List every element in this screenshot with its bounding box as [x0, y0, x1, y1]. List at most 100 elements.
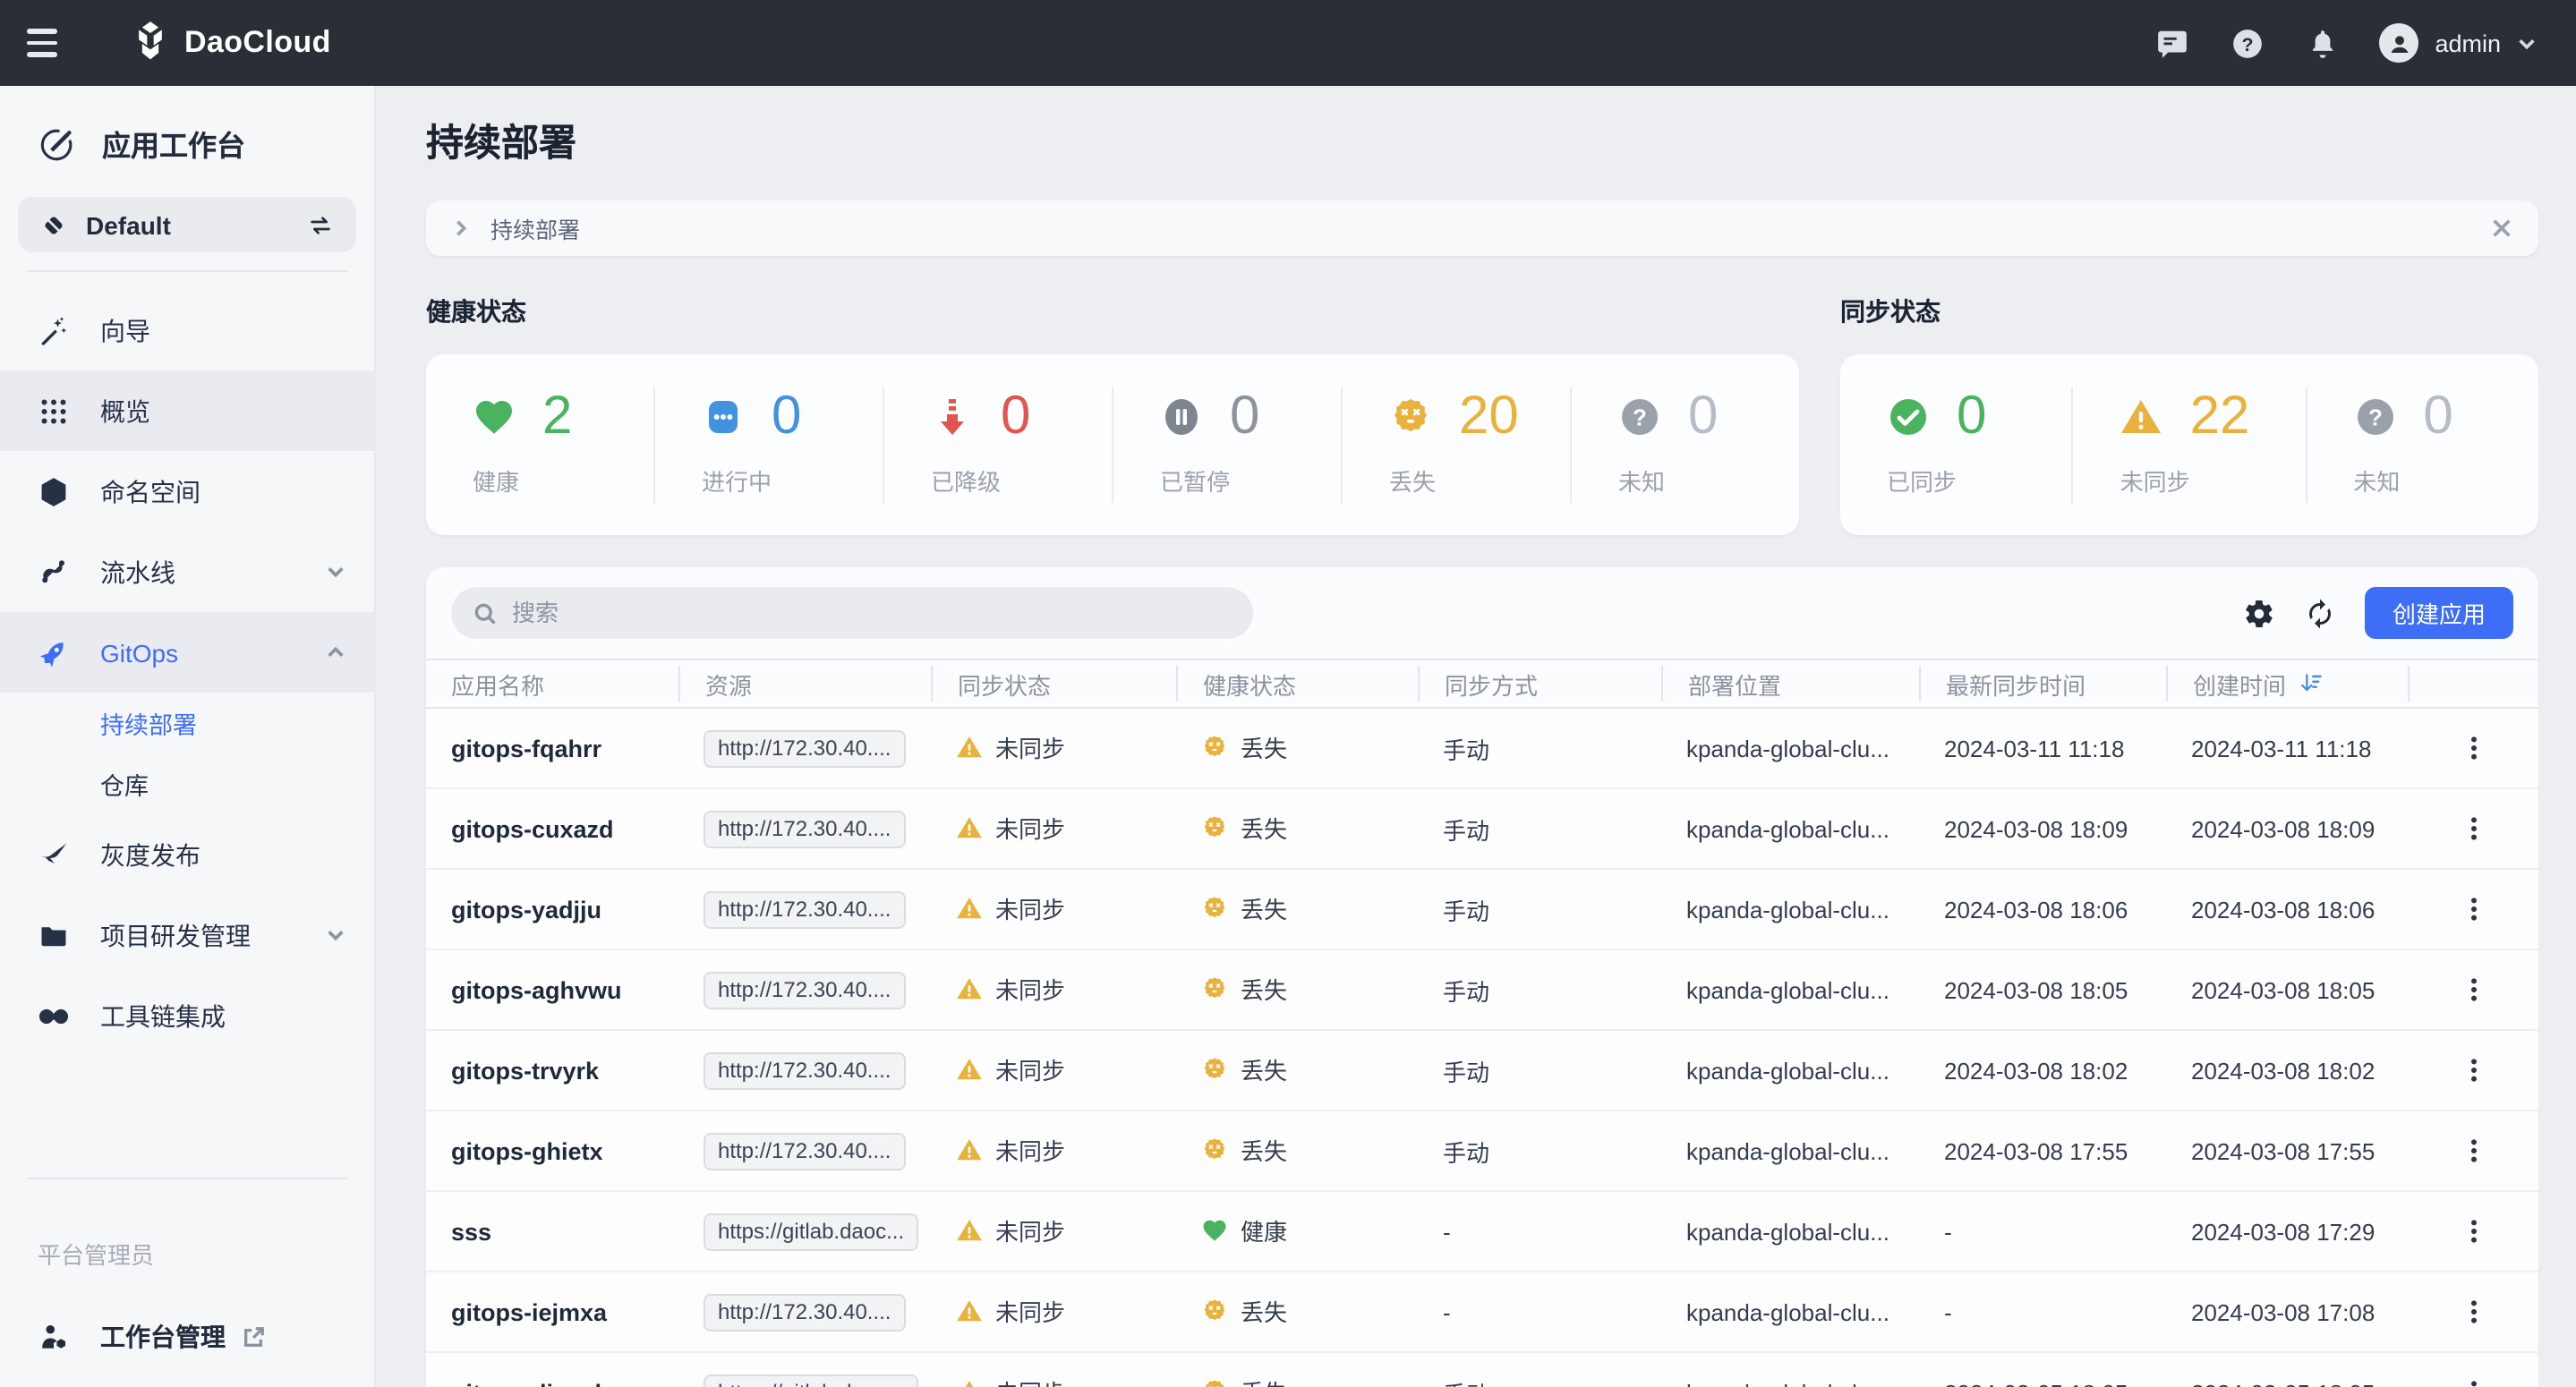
row-actions-kebab-icon[interactable]	[2457, 1376, 2489, 1387]
table-row[interactable]: gitops-yadjju http://172.30.40.... 未同步 丢…	[426, 870, 2538, 950]
heart-icon	[473, 396, 516, 438]
row-actions-kebab-icon[interactable]	[2457, 813, 2489, 845]
switch-workspace-icon[interactable]	[306, 210, 335, 239]
table-row[interactable]: gitops-cuxazd http://172.30.40.... 未同步 丢…	[426, 789, 2538, 870]
stat-label: 已同步	[1887, 464, 2072, 498]
app-name-link[interactable]: gitops-dixgvl	[451, 1379, 601, 1387]
sort-descending-icon[interactable]	[2299, 671, 2324, 696]
app-name-link[interactable]: gitops-cuxazd	[451, 815, 614, 842]
sidebar-subitem-repository[interactable]: 仓库	[0, 753, 374, 814]
table-row[interactable]: gitops-ghietx http://172.30.40.... 未同步 丢…	[426, 1111, 2538, 1192]
stat-label: 已暂停	[1160, 464, 1341, 498]
sidebar-item-pipeline[interactable]: 流水线	[0, 532, 374, 612]
row-actions-kebab-icon[interactable]	[2457, 732, 2489, 764]
last-sync-time: -	[1944, 1218, 1952, 1245]
lost-face-icon	[1389, 396, 1432, 438]
collapsible-info-bar: 持续部署	[426, 200, 2538, 256]
table-row[interactable]: sss https://gitlab.daoc... 未同步 健康 - kpan…	[426, 1192, 2538, 1272]
stat-degraded: 0 已降级	[884, 387, 1113, 503]
sidebar-item-label: 概览	[100, 393, 150, 429]
row-actions-kebab-icon[interactable]	[2457, 893, 2489, 925]
sync-warning-icon	[956, 1378, 983, 1387]
workspace-selector[interactable]: Default	[18, 197, 356, 252]
resource-chip[interactable]: https://gitlab.daoc...	[704, 1374, 918, 1387]
row-actions-kebab-icon[interactable]	[2457, 1135, 2489, 1167]
resource-chip[interactable]: https://gitlab.daoc...	[704, 1213, 918, 1250]
app-name-link[interactable]: gitops-iejmxa	[451, 1298, 607, 1325]
sidebar-item-wizard[interactable]: 向导	[0, 290, 374, 370]
sync-method: -	[1443, 1298, 1451, 1325]
stat-label: 健康	[473, 464, 653, 498]
workspace-name: Default	[86, 210, 171, 239]
column-header-created[interactable]: 创建时间	[2166, 666, 2408, 702]
sync-warning-icon	[956, 1056, 983, 1083]
column-header-resource[interactable]: 资源	[678, 666, 931, 702]
close-icon[interactable]	[2490, 217, 2513, 240]
column-header-sync-method[interactable]: 同步方式	[1418, 666, 1661, 702]
sidebar-item-overview[interactable]: 概览	[0, 370, 374, 451]
sidebar-item-project-management[interactable]: 项目研发管理	[0, 895, 374, 975]
deploy-location: kpanda-global-clu...	[1686, 896, 1889, 923]
sync-warning-icon	[956, 1136, 983, 1163]
table-toolbar: 创建应用	[426, 567, 2538, 659]
resource-chip[interactable]: http://172.30.40....	[704, 1132, 906, 1170]
search-box[interactable]	[451, 587, 1253, 639]
table-row[interactable]: gitops-aghvwu http://172.30.40.... 未同步 丢…	[426, 950, 2538, 1031]
search-input[interactable]	[512, 600, 1192, 626]
sidebar-header: 应用工作台	[0, 86, 374, 193]
resource-chip[interactable]: http://172.30.40....	[704, 971, 906, 1008]
health-status-icon	[1201, 1056, 1228, 1083]
app-window: DaoCloud ? admin	[0, 0, 2576, 1387]
last-sync-time: 2024-03-11 11:18	[1944, 735, 2124, 762]
app-name-link[interactable]: gitops-trvyrk	[451, 1057, 599, 1084]
row-actions-kebab-icon[interactable]	[2457, 1296, 2489, 1328]
notifications-bell-icon[interactable]	[2304, 25, 2340, 61]
resource-chip[interactable]: http://172.30.40....	[704, 729, 906, 767]
resource-chip[interactable]: http://172.30.40....	[704, 1293, 906, 1331]
table-row[interactable]: gitops-fqahrr http://172.30.40.... 未同步 丢…	[426, 709, 2538, 789]
deploy-location: kpanda-global-clu...	[1686, 815, 1889, 842]
resource-chip[interactable]: http://172.30.40....	[704, 810, 906, 847]
menu-toggle-icon[interactable]	[27, 20, 73, 66]
stat-value: 0	[1688, 390, 1718, 444]
sync-status-card: 0 已同步 22 未同步 ?	[1840, 354, 2538, 535]
sidebar-item-gray-release[interactable]: 灰度发布	[0, 814, 374, 895]
feedback-icon[interactable]	[2154, 25, 2189, 61]
column-header-location[interactable]: 部署位置	[1661, 666, 1919, 702]
last-sync-time: -	[1944, 1298, 1952, 1325]
sidebar-item-gitops[interactable]: GitOps	[0, 612, 374, 693]
row-actions-kebab-icon[interactable]	[2457, 1215, 2489, 1247]
resource-chip[interactable]: http://172.30.40....	[704, 890, 906, 928]
column-header-app-name[interactable]: 应用名称	[426, 666, 678, 702]
column-header-health-status[interactable]: 健康状态	[1176, 666, 1418, 702]
gear-icon[interactable]	[2243, 597, 2275, 629]
app-name-link[interactable]: gitops-fqahrr	[451, 735, 601, 762]
app-name-link[interactable]: sss	[451, 1218, 491, 1245]
table-row[interactable]: gitops-trvyrk http://172.30.40.... 未同步 丢…	[426, 1031, 2538, 1111]
stat-value: 0	[1230, 390, 1259, 444]
chevron-right-icon[interactable]	[451, 218, 471, 238]
sync-status-label: 未同步	[995, 1052, 1065, 1086]
health-status-icon	[1201, 1378, 1228, 1387]
resource-chip[interactable]: http://172.30.40....	[704, 1051, 906, 1089]
refresh-icon[interactable]	[2304, 597, 2336, 629]
column-header-sync-status[interactable]: 同步状态	[931, 666, 1176, 702]
create-app-button[interactable]: 创建应用	[2365, 587, 2513, 639]
sidebar-item-toolchain[interactable]: 工具链集成	[0, 975, 374, 1056]
sidebar-item-namespace[interactable]: 命名空间	[0, 451, 374, 532]
app-name-link[interactable]: gitops-ghietx	[451, 1137, 603, 1164]
table-row[interactable]: gitops-dixgvl https://gitlab.daoc... 未同步…	[426, 1353, 2538, 1387]
stat-value: 0	[1957, 390, 1986, 444]
help-icon[interactable]: ?	[2229, 25, 2265, 61]
user-menu[interactable]: admin	[2379, 23, 2537, 63]
row-actions-kebab-icon[interactable]	[2457, 1054, 2489, 1086]
sidebar-subitem-continuous-deployment[interactable]: 持续部署	[0, 693, 374, 753]
table-row[interactable]: gitops-iejmxa http://172.30.40.... 未同步 丢…	[426, 1272, 2538, 1353]
app-name-link[interactable]: gitops-yadjju	[451, 896, 601, 923]
last-sync-time: 2024-03-08 18:05	[1944, 976, 2128, 1003]
row-actions-kebab-icon[interactable]	[2457, 974, 2489, 1006]
app-name-link[interactable]: gitops-aghvwu	[451, 976, 622, 1003]
warning-icon	[2120, 396, 2163, 438]
sidebar-item-workbench-management[interactable]: 工作台管理	[0, 1299, 374, 1374]
column-header-last-sync[interactable]: 最新同步时间	[1919, 666, 2166, 702]
